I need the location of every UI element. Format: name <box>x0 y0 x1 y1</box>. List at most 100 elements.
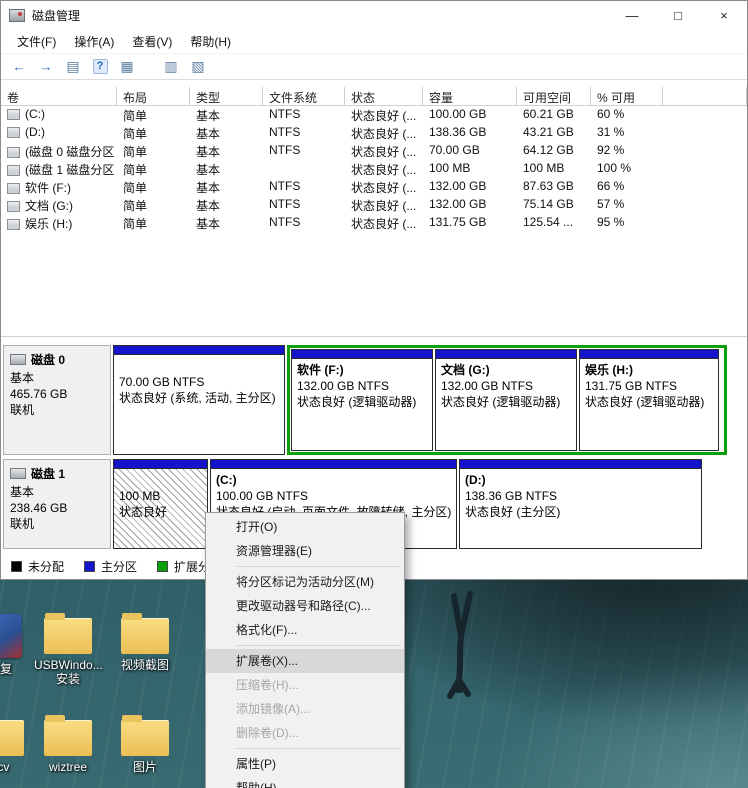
desktop-icon-ecv[interactable]: ecv <box>0 712 34 774</box>
status-cell: 状态良好 (... <box>345 106 423 124</box>
menu-item-explorer[interactable]: 资源管理器(E) <box>206 539 404 563</box>
menu-separator <box>236 645 401 646</box>
minimize-button[interactable]: — <box>609 1 655 29</box>
properties-icon[interactable]: ▥ <box>159 56 183 78</box>
status-cell: 状态良好 (... <box>345 124 423 142</box>
back-icon[interactable]: ← <box>7 56 31 78</box>
partition-f[interactable]: 软件 (F:) 132.00 GB NTFS 状态良好 (逻辑驱动器) <box>291 349 433 451</box>
menu-help[interactable]: 帮助(H) <box>182 30 239 53</box>
layout-cell: 简单 <box>117 106 190 124</box>
list-glyph: ▦ <box>120 58 133 75</box>
layout-cell: 简单 <box>117 160 190 178</box>
menu-item-mark-active[interactable]: 将分区标记为活动分区(M) <box>206 570 404 594</box>
folder-icon <box>44 720 92 756</box>
pct-cell: 60 % <box>591 106 663 124</box>
col-capacity[interactable]: 容量 <box>423 87 517 105</box>
volume-cell: (D:) <box>1 124 117 142</box>
table-row-c[interactable]: (C:) 简单 基本 NTFS 状态良好 (... 100.00 GB 60.2… <box>1 106 747 124</box>
volume-cell: (磁盘 1 磁盘分区 1) <box>1 160 117 178</box>
col-layout[interactable]: 布局 <box>117 87 190 105</box>
type-cell: 基本 <box>190 196 263 214</box>
free-cell: 60.21 GB <box>517 106 591 124</box>
table-row-disk1-part1[interactable]: (磁盘 1 磁盘分区 1) 简单 基本 状态良好 (... 100 MB 100… <box>1 160 747 178</box>
col-status[interactable]: 状态 <box>345 87 423 105</box>
type-cell: 基本 <box>190 142 263 160</box>
desktop-icon-video-screenshots[interactable]: 视频截图 <box>111 610 179 672</box>
pct-cell: 31 % <box>591 124 663 142</box>
capacity-cell: 100 MB <box>423 160 517 178</box>
partition-disk0-system[interactable]: 70.00 GB NTFS 状态良好 (系统, 活动, 主分区) <box>113 345 285 455</box>
export-list-icon[interactable]: ▦ <box>115 56 139 78</box>
disk-management-window: 磁盘管理 — □ × 文件(F) 操作(A) 查看(V) 帮助(H) ← → ▤… <box>0 0 748 580</box>
partition-disk1-reserved[interactable]: 100 MB 状态良好 <box>113 459 208 549</box>
graphical-view-icon[interactable]: ▧ <box>186 56 210 78</box>
menu-item-change-letter[interactable]: 更改驱动器号和路径(C)... <box>206 594 404 618</box>
desktop-icon-usbwindows-install[interactable]: USBWindo... 安装 <box>34 610 102 686</box>
console-tree-icon[interactable]: ▤ <box>61 56 85 78</box>
disk-size: 238.46 GB <box>10 500 104 516</box>
type-cell: 基本 <box>190 178 263 196</box>
capacity-cell: 138.36 GB <box>423 124 517 142</box>
table-header: 卷 布局 类型 文件系统 状态 容量 可用空间 % 可用 <box>1 87 747 106</box>
menu-item-help[interactable]: 帮助(H) <box>206 776 404 788</box>
col-fs[interactable]: 文件系统 <box>263 87 345 105</box>
volume-icon <box>7 147 20 158</box>
disk-0-row: 磁盘 0 基本 465.76 GB 联机 70.00 GB NTFS 状态良好 … <box>3 345 747 455</box>
context-menu: 打开(O) 资源管理器(E) 将分区标记为活动分区(M) 更改驱动器号和路径(C… <box>205 512 405 788</box>
table-row-f[interactable]: 软件 (F:) 简单 基本 NTFS 状态良好 (... 132.00 GB 8… <box>1 178 747 196</box>
menu-item-properties[interactable]: 属性(P) <box>206 752 404 776</box>
partition-g[interactable]: 文档 (G:) 132.00 GB NTFS 状态良好 (逻辑驱动器) <box>435 349 577 451</box>
close-button[interactable]: × <box>701 1 747 29</box>
col-pct[interactable]: % 可用 <box>591 87 663 105</box>
pct-cell: 57 % <box>591 196 663 214</box>
back-arrow-glyph: ← <box>13 59 26 74</box>
type-cell: 基本 <box>190 160 263 178</box>
layout-cell: 简单 <box>117 214 190 232</box>
props-glyph: ▥ <box>164 58 177 75</box>
pct-cell: 66 % <box>591 178 663 196</box>
menu-file[interactable]: 文件(F) <box>9 30 64 53</box>
maximize-button[interactable]: □ <box>655 1 701 29</box>
menu-item-extend-volume[interactable]: 扩展卷(X)... <box>206 649 404 673</box>
forward-icon[interactable]: → <box>34 56 58 78</box>
help-icon[interactable]: ? <box>88 56 112 78</box>
table-row-g[interactable]: 文档 (G:) 简单 基本 NTFS 状态良好 (... 132.00 GB 7… <box>1 196 747 214</box>
partition-d[interactable]: (D:) 138.36 GB NTFS 状态良好 (主分区) <box>459 459 702 549</box>
disk-management-app-icon <box>9 9 25 22</box>
title-bar: 磁盘管理 — □ × <box>1 1 747 29</box>
capacity-cell: 131.75 GB <box>423 214 517 232</box>
menu-separator <box>236 566 401 567</box>
capacity-cell: 132.00 GB <box>423 178 517 196</box>
table-row-h[interactable]: 娱乐 (H:) 简单 基本 NTFS 状态良好 (... 131.75 GB 1… <box>1 214 747 232</box>
type-cell: 基本 <box>190 214 263 232</box>
partition-h[interactable]: 娱乐 (H:) 131.75 GB NTFS 状态良好 (逻辑驱动器) <box>579 349 719 451</box>
capacity-cell: 70.00 GB <box>423 142 517 160</box>
desktop-icon-label: 图片 <box>111 760 179 774</box>
partition-color-strip <box>114 346 284 355</box>
menu-item-format[interactable]: 格式化(F)... <box>206 618 404 642</box>
col-extra <box>663 87 747 105</box>
primary-color-swatch <box>84 561 95 572</box>
col-volume[interactable]: 卷 <box>1 87 117 105</box>
volume-icon <box>7 183 20 194</box>
table-row-disk0-part1[interactable]: (磁盘 0 磁盘分区 1) 简单 基本 NTFS 状态良好 (... 70.00… <box>1 142 747 160</box>
disk-1-label[interactable]: 磁盘 1 基本 238.46 GB 联机 <box>3 459 111 549</box>
col-free[interactable]: 可用空间 <box>517 87 591 105</box>
menu-item-open[interactable]: 打开(O) <box>206 515 404 539</box>
menu-item-shrink-volume: 压缩卷(H)... <box>206 673 404 697</box>
table-row-d[interactable]: (D:) 简单 基本 NTFS 状态良好 (... 138.36 GB 43.2… <box>1 124 747 142</box>
desktop-icon-wiztree[interactable]: wiztree <box>34 712 102 774</box>
disk-0-label[interactable]: 磁盘 0 基本 465.76 GB 联机 <box>3 345 111 455</box>
partition-color-strip <box>580 350 718 359</box>
menu-view[interactable]: 查看(V) <box>124 30 180 53</box>
pct-cell: 92 % <box>591 142 663 160</box>
layout-cell: 简单 <box>117 142 190 160</box>
desktop-icon-repair[interactable]: 修复 <box>0 610 34 676</box>
col-type[interactable]: 类型 <box>190 87 263 105</box>
status-cell: 状态良好 (... <box>345 142 423 160</box>
desktop-icon-pictures[interactable]: 图片 <box>111 712 179 774</box>
menu-action[interactable]: 操作(A) <box>66 30 122 53</box>
handstand-figure <box>428 588 498 718</box>
forward-arrow-glyph: → <box>40 59 53 74</box>
desktop-icon-label: 修复 <box>0 662 34 676</box>
